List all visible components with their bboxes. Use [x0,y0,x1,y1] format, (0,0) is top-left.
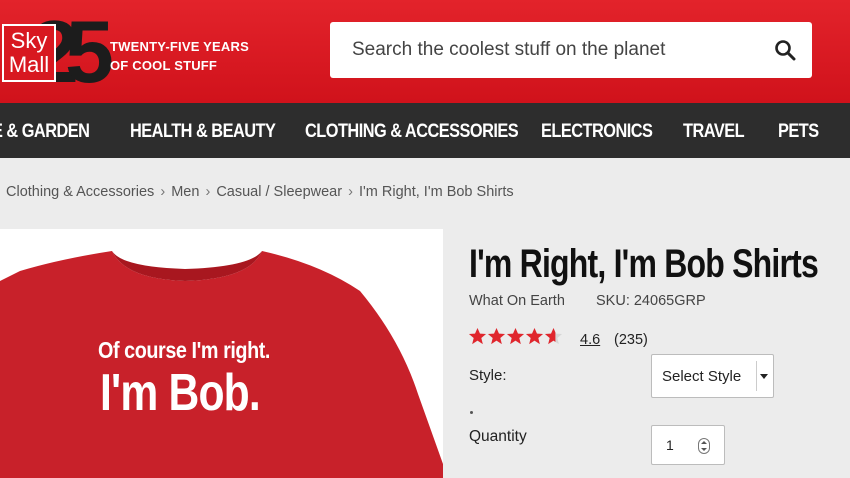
nav-item-travel[interactable]: TRAVEL [683,103,745,158]
breadcrumb-separator: › [205,184,211,200]
search-box[interactable]: Search the coolest stuff on the planet [330,22,812,78]
stepper-arrows-icon[interactable] [698,438,710,454]
star-icon [525,327,544,345]
style-select-value: Select Style [662,368,742,385]
nav-item-electronics[interactable]: ELECTRONICS [541,103,653,158]
logo-line-sky: Sky [10,28,48,53]
tagline-line1: TWENTY-FIVE YEARS [110,39,249,54]
search-icon[interactable] [774,39,796,61]
logo-box: Sky Mall [2,24,56,82]
style-label: Style: [469,367,507,384]
quantity-value[interactable]: 1 [666,437,674,453]
breadcrumb-item[interactable]: Clothing & Accessories [6,184,154,200]
nav-item-pets[interactable]: PETS [778,103,819,158]
search-input[interactable]: Search the coolest stuff on the planet [352,39,665,61]
shirt-text-line2: I'm Bob. [100,364,261,422]
tagline: TWENTY-FIVE YEARS OF COOL STUFF [110,37,249,75]
tagline-line2: OF COOL STUFF [110,58,218,73]
breadcrumb: Clothing & Accessories › Men › Casual / … [6,184,514,200]
star-icon [544,327,563,345]
chevron-down-icon [760,374,768,379]
style-select[interactable]: Select Style [651,354,774,398]
quantity-stepper[interactable]: 1 [651,425,725,465]
main-nav: E & GARDEN HEALTH & BEAUTY CLOTHING & AC… [0,103,850,158]
product-image[interactable]: Of course I'm right. I'm Bob. [0,229,443,478]
product-title: I'm Right, I'm Bob Shirts [469,242,819,286]
nav-item-home-garden[interactable]: E & GARDEN [0,103,90,158]
breadcrumb-item[interactable]: Men [171,184,199,200]
nav-item-health-beauty[interactable]: HEALTH & BEAUTY [130,103,276,158]
rating-value[interactable]: 4.6 [580,332,600,348]
select-divider [756,361,757,391]
logo-line-mall: Mall [8,52,50,77]
skymall-logo[interactable]: 25 Sky Mall [0,8,114,96]
site-header: 25 Sky Mall TWENTY-FIVE YEARS OF COOL ST… [0,0,850,103]
shirt-text-line1: Of course I'm right. [98,337,270,363]
breadcrumb-separator: › [160,184,166,200]
breadcrumb-separator: › [348,184,353,200]
breadcrumb-current: I'm Right, I'm Bob Shirts [358,184,514,200]
rating-count: (235) [614,332,648,348]
rating-stars[interactable] [468,327,563,349]
star-icon [468,327,487,345]
product-brand[interactable]: What On Earth [469,293,565,309]
product-sku: SKU: 24065GRP [596,293,706,309]
separator-dot [470,411,473,414]
breadcrumb-item[interactable]: Casual / Sleepwear [216,184,342,200]
star-icon [506,327,525,345]
nav-item-clothing-accessories[interactable]: CLOTHING & ACCESSORIES [305,103,519,158]
quantity-label: Quantity [469,428,527,445]
star-icon [487,327,506,345]
